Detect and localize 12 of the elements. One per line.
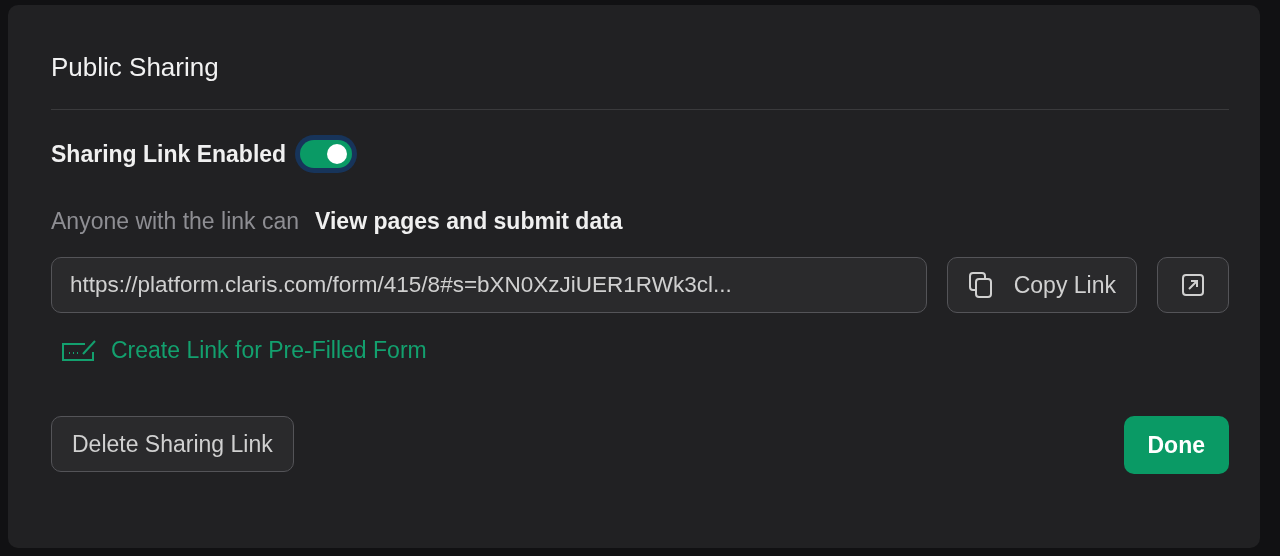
delete-link-button[interactable]: Delete Sharing Link — [51, 416, 294, 472]
external-link-icon — [1182, 274, 1204, 296]
copy-icon — [967, 271, 994, 299]
toggle-label: Sharing Link Enabled — [51, 140, 287, 168]
done-button[interactable]: Done — [1123, 416, 1229, 474]
link-field[interactable]: https://platform.claris.com/form/415/8#s=bXN0XzJiUER1RWk3cl... — [51, 257, 927, 313]
open-link-button[interactable] — [1157, 257, 1229, 313]
permission-value[interactable]: View pages and submit data — [315, 208, 623, 235]
prefill-form-link[interactable]: Create Link for Pre-Filled Form — [61, 337, 427, 364]
copy-link-button[interactable]: Copy Link — [946, 257, 1137, 313]
permission-label: Anyone with the link can — [51, 208, 300, 235]
dialog-title: Public Sharing — [51, 51, 220, 84]
